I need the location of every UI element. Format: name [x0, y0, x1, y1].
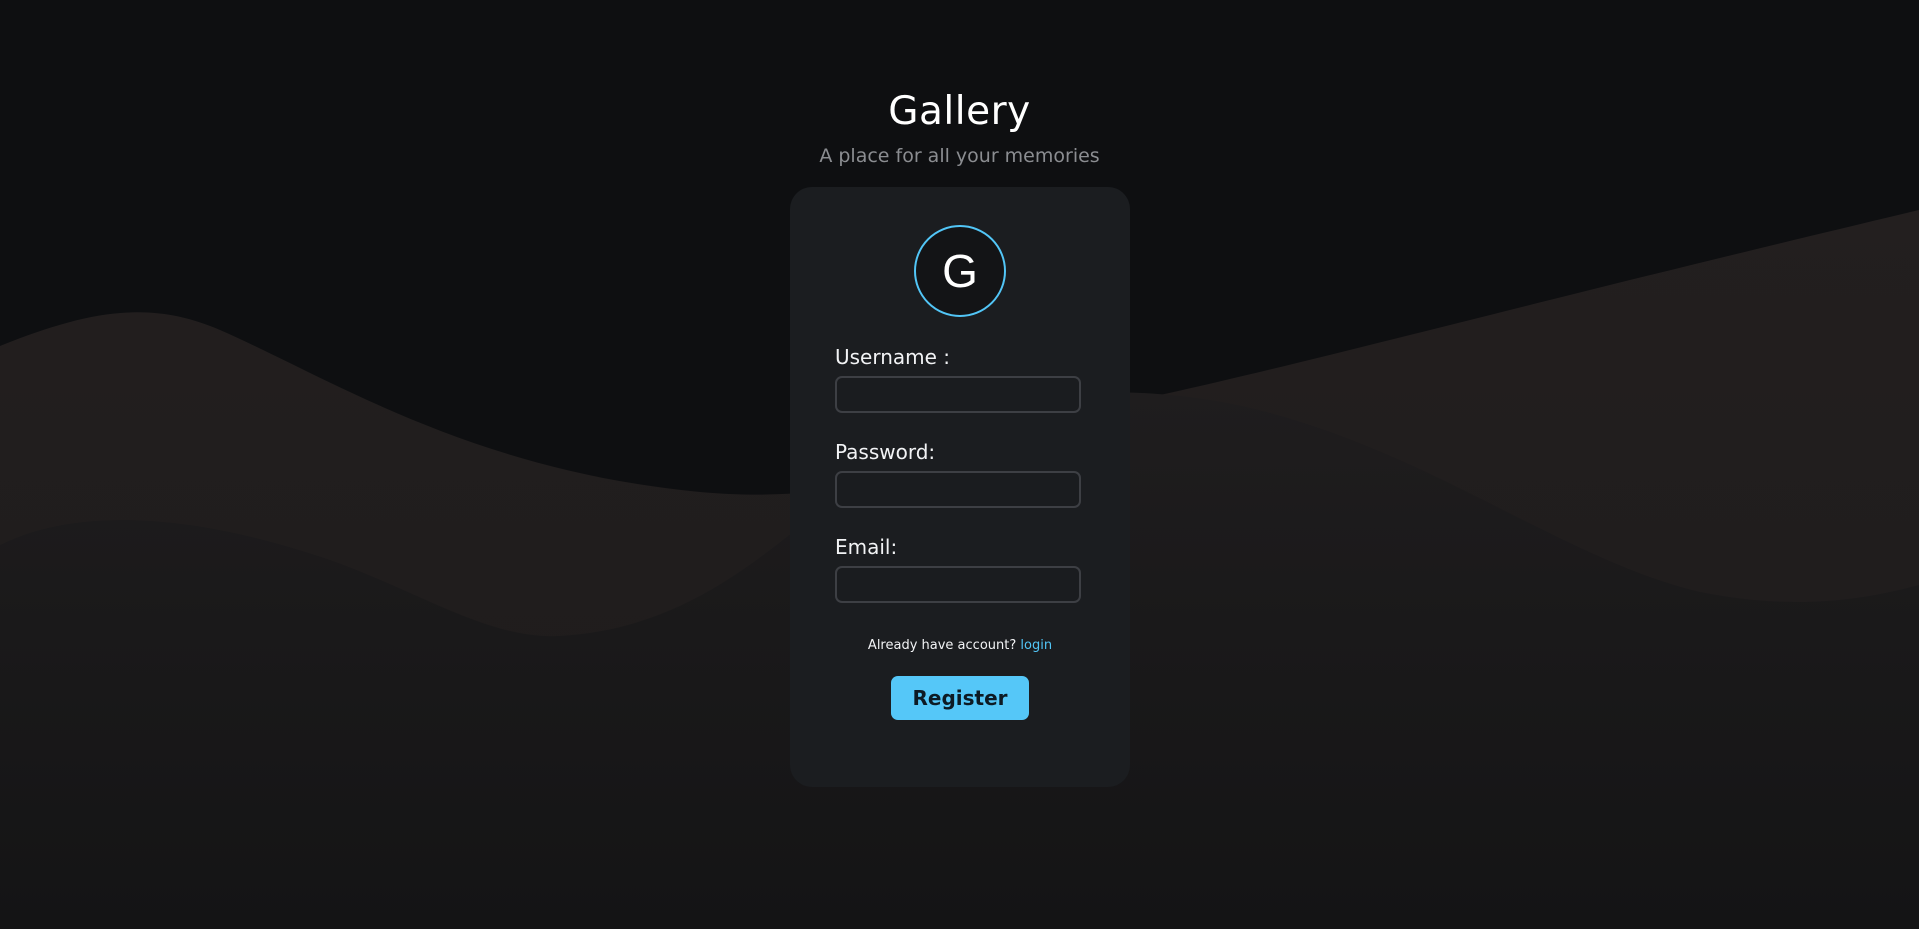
email-input[interactable]	[835, 566, 1081, 603]
logo-avatar: G	[914, 225, 1006, 317]
login-prompt-text: Already have account?	[867, 638, 1021, 653]
password-label: Password:	[835, 440, 936, 464]
username-label: Username :	[835, 345, 951, 369]
page-background: Gallery A place for all your memories G …	[0, 0, 1919, 929]
page-title: Gallery	[888, 89, 1031, 134]
register-button[interactable]: Register	[891, 676, 1029, 720]
logo-letter: G	[942, 245, 978, 297]
register-card: G Username : Password: Email: Already ha…	[790, 187, 1130, 787]
page-header: Gallery A place for all your memories	[0, 86, 1919, 168]
login-prompt: Already have account? login	[790, 637, 1130, 655]
login-link[interactable]: login	[1020, 638, 1052, 653]
password-input[interactable]	[835, 471, 1081, 508]
page-subtitle: A place for all your memories	[819, 145, 1100, 167]
username-input[interactable]	[835, 376, 1081, 413]
email-label: Email:	[835, 535, 898, 559]
